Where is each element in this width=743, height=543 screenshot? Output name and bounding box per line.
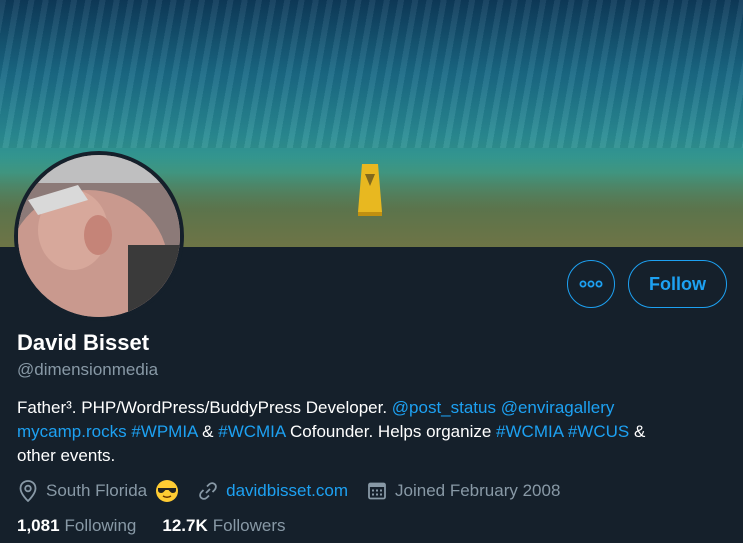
more-options-button[interactable] (567, 260, 615, 308)
followers-stat[interactable]: 12.7K Followers (162, 516, 285, 536)
profile-handle: @dimensionmedia (17, 360, 159, 379)
sunglasses-emoji-icon (156, 480, 179, 502)
bio-text: & (197, 422, 219, 441)
website-item[interactable]: davidbisset.com (197, 480, 348, 502)
bio-hashtag-wpmia[interactable]: #WPMIA (131, 422, 197, 441)
location-pin-icon (17, 480, 39, 502)
banner-water (0, 0, 743, 149)
calendar-icon (366, 480, 388, 502)
joined-item: Joined February 2008 (366, 480, 560, 502)
location-item: South Florida (17, 479, 179, 503)
following-count: 1,081 (17, 516, 60, 535)
joined-text: Joined February 2008 (395, 481, 561, 500)
profile-stats: 1,081 Following 12.7K Followers (17, 516, 311, 536)
bio-hashtag-wcmia-2[interactable]: #WCMIA (496, 422, 563, 441)
bio-hashtag-wcus[interactable]: #WCUS (568, 422, 629, 441)
bio-mention-enviragallery[interactable]: @enviragallery (501, 398, 615, 417)
profile-bio: Father³. PHP/WordPress/BuddyPress Develo… (17, 396, 717, 468)
following-label: Following (64, 516, 137, 535)
more-dots-icon (579, 280, 603, 288)
follow-button[interactable]: Follow (628, 260, 727, 308)
bio-mention-post-status[interactable]: @post_status (392, 398, 496, 417)
bio-text: Cofounder. Helps organize (285, 422, 497, 441)
avatar-photo (18, 155, 180, 317)
bio-text: & (629, 422, 646, 441)
bio-text: other events. (17, 446, 116, 465)
link-icon (197, 480, 219, 502)
profile-name: David Bisset (17, 330, 150, 355)
bio-text: Father³. PHP/WordPress/BuddyPress Develo… (17, 398, 392, 417)
profile-meta: South Florida davidbisset.com Joined Feb… (17, 479, 578, 503)
location-text: South Florida (46, 481, 148, 500)
following-stat[interactable]: 1,081 Following (17, 516, 136, 536)
followers-count: 12.7K (162, 516, 208, 535)
bio-hashtag-wcmia[interactable]: #WCMIA (218, 422, 285, 441)
website-link[interactable]: davidbisset.com (226, 481, 348, 501)
followers-label: Followers (212, 516, 286, 535)
avatar[interactable] (14, 151, 184, 321)
bio-link-mycamp[interactable]: mycamp.rocks (17, 422, 127, 441)
wet-floor-sign-image (358, 164, 382, 216)
